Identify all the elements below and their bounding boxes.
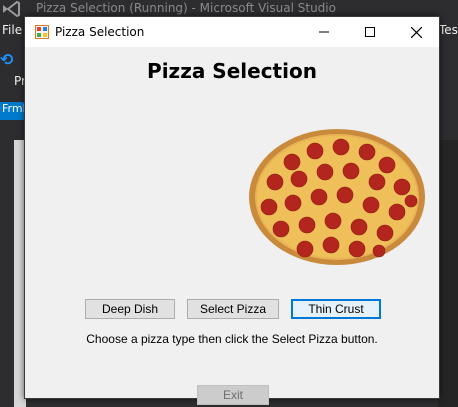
instructions-label: Choose a pizza type then click the Selec… — [86, 332, 378, 346]
menu-file[interactable]: File — [2, 23, 22, 37]
visual-studio-logo-icon — [3, 1, 20, 17]
maximize-button[interactable] — [347, 17, 393, 47]
minimize-button[interactable] — [301, 17, 347, 47]
pizza-selection-window: Pizza Selection Pizza Selection Deep Dis… — [24, 16, 440, 405]
exit-button[interactable]: Exit — [197, 385, 269, 405]
app-icon — [35, 25, 49, 39]
pepperoni-pizza-image — [249, 129, 425, 265]
deep-dish-button[interactable]: Deep Dish — [85, 299, 175, 319]
document-tab[interactable]: Frml — [0, 102, 26, 120]
right-frame — [438, 140, 458, 407]
form-client-area: Pizza Selection Deep Dish Select Pizza T… — [25, 47, 439, 405]
close-button[interactable] — [393, 17, 439, 47]
select-pizza-button[interactable]: Select Pizza — [187, 299, 279, 319]
vs-window-title: Pizza Selection (Running) - Microsoft Vi… — [36, 1, 336, 15]
page-title: Pizza Selection — [147, 59, 317, 83]
window-titlebar[interactable]: Pizza Selection — [25, 17, 439, 47]
window-title: Pizza Selection — [55, 25, 145, 39]
menu-test[interactable]: Test — [439, 23, 458, 37]
thin-crust-button[interactable]: Thin Crust — [291, 299, 381, 319]
minimize-icon — [319, 31, 329, 33]
maximize-icon — [365, 27, 375, 37]
back-navigate-icon[interactable]: ⟲ — [0, 50, 20, 69]
close-icon — [410, 26, 422, 38]
